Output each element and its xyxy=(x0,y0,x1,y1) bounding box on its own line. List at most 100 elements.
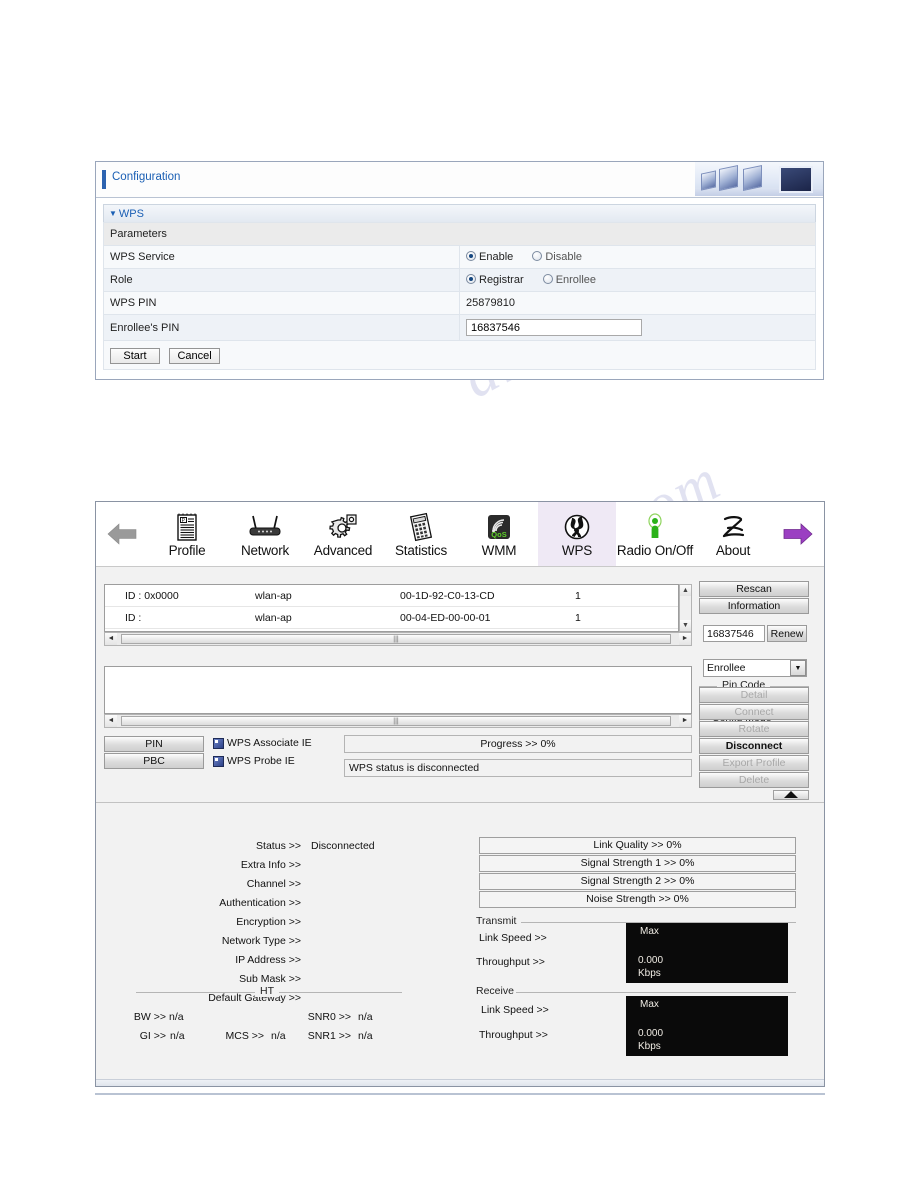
monitor-4-icon xyxy=(779,166,813,193)
wireless-utility-window: P Profile Network Advanced Statistics Qo… xyxy=(95,501,825,1087)
ap-ssid: wlan-ap xyxy=(255,589,292,602)
profile-list-horizontal-scrollbar[interactable]: ◄ ||| ► xyxy=(104,714,692,728)
radio-role-registrar[interactable]: Registrar xyxy=(466,274,524,286)
detail-button[interactable]: Detail xyxy=(699,687,809,703)
wps-profile-list-box[interactable] xyxy=(104,666,692,714)
radio-role-enrollee[interactable]: Enrollee xyxy=(542,274,596,286)
transmit-throughput-display: Max 0.000 Kbps xyxy=(626,923,788,983)
tab-profile[interactable]: P Profile xyxy=(148,502,226,566)
triangle-up-icon xyxy=(784,791,798,798)
header-decoration-image xyxy=(695,162,823,196)
enrollee-pin-input[interactable] xyxy=(466,319,642,336)
delete-button[interactable]: Delete xyxy=(699,772,809,788)
receive-unit: Kbps xyxy=(638,1041,661,1052)
table-row-wps-service: WPS Service Enable Disable xyxy=(103,245,816,269)
cancel-button[interactable]: Cancel xyxy=(169,348,220,364)
wps-associate-ie-label: WPS Associate IE xyxy=(227,737,312,749)
ap-id: ID : xyxy=(125,611,142,624)
pin-button[interactable]: PIN xyxy=(104,736,204,752)
rotate-button[interactable]: Rotate xyxy=(699,721,809,737)
qos-signal-icon: QoS xyxy=(484,511,514,542)
monitor-2-icon xyxy=(719,164,738,192)
scroll-right-icon[interactable]: ► xyxy=(679,633,691,645)
channel-label: Channel >> xyxy=(246,878,301,890)
utility-toolbar: P Profile Network Advanced Statistics Qo… xyxy=(96,502,824,567)
scrollbar-thumb[interactable]: ||| xyxy=(121,716,671,726)
toolbar-back-button[interactable] xyxy=(96,522,148,546)
renew-button[interactable]: Renew xyxy=(767,625,807,642)
tab-radio-on-off[interactable]: Radio On/Off xyxy=(616,502,694,566)
tab-about[interactable]: About xyxy=(694,502,772,566)
wps-probe-ie-checkbox[interactable] xyxy=(213,756,224,767)
radio-label-enable: Enable xyxy=(479,251,514,263)
ap-list-horizontal-scrollbar[interactable]: ◄ ||| ► xyxy=(104,632,692,646)
router-icon xyxy=(245,511,285,542)
disconnect-button[interactable]: Disconnect xyxy=(699,738,809,754)
tab-advanced[interactable]: Advanced xyxy=(304,502,382,566)
window-bottom-strip xyxy=(96,1079,824,1086)
scroll-down-icon[interactable]: ▼ xyxy=(680,620,691,631)
scroll-left-icon[interactable]: ◄ xyxy=(105,633,117,645)
scroll-right-icon[interactable]: ► xyxy=(679,715,691,727)
config-mode-selected-value: Enrollee xyxy=(707,662,746,674)
snr0-value: n/a xyxy=(358,1011,373,1023)
tab-network[interactable]: Network xyxy=(226,502,304,566)
table-row[interactable]: ID : 0x0000 wlan-ap 00-1D-92-C0-13-CD 1 xyxy=(105,585,678,607)
encryption-label: Encryption >> xyxy=(236,916,301,928)
information-button[interactable]: Information xyxy=(699,598,809,614)
tab-wps[interactable]: WPS xyxy=(538,502,616,566)
ap-bssid: 00-04-ED-00-00-01 xyxy=(400,611,491,624)
chevron-down-icon[interactable]: ▼ xyxy=(790,660,806,676)
tab-wmm[interactable]: QoS WMM xyxy=(460,502,538,566)
role-value: Registrar Enrollee xyxy=(459,268,816,292)
authentication-label: Authentication >> xyxy=(219,897,301,909)
tab-statistics[interactable]: Statistics xyxy=(382,502,460,566)
wps-ap-list-box[interactable]: ID : 0x0000 wlan-ap 00-1D-92-C0-13-CD 1 … xyxy=(104,584,679,632)
start-button[interactable]: Start xyxy=(110,348,160,364)
ip-address-label: IP Address >> xyxy=(235,954,301,966)
ap-bssid: 00-1D-92-C0-13-CD xyxy=(400,589,495,602)
receive-throughput-label: Throughput >> xyxy=(479,1029,548,1041)
ap-channel: 1 xyxy=(575,611,581,624)
transmit-throughput-label: Throughput >> xyxy=(476,956,545,968)
export-profile-button[interactable]: Export Profile xyxy=(699,755,809,771)
toolbar-forward-button[interactable] xyxy=(772,522,824,546)
scrollbar-thumb[interactable]: ||| xyxy=(121,634,671,644)
pbc-button[interactable]: PBC xyxy=(104,753,204,769)
mcs-label: MCS >> xyxy=(225,1030,264,1042)
pin-code-input[interactable]: 16837546 xyxy=(703,625,765,642)
radio-on-icon xyxy=(466,274,476,284)
wps-pin-value: 25879810 xyxy=(459,291,816,315)
signal-strength-2-meter: Signal Strength 2 >> 0% xyxy=(479,873,796,890)
radio-wps-service-disable[interactable]: Disable xyxy=(532,251,582,263)
receive-value: 0.000 xyxy=(638,1028,664,1039)
wps-arrows-icon xyxy=(563,511,591,542)
sub-mask-label: Sub Mask >> xyxy=(239,973,301,985)
ap-list-vertical-scrollbar[interactable]: ▲ ▼ xyxy=(679,584,692,632)
wps-probe-ie-label: WPS Probe IE xyxy=(227,755,295,767)
scroll-up-icon[interactable]: ▲ xyxy=(680,585,691,596)
wps-pin-label: WPS PIN xyxy=(103,291,460,315)
wps-status-message: WPS status is disconnected xyxy=(344,759,692,777)
table-row[interactable]: ID : wlan-ap 00-04-ED-00-00-01 1 xyxy=(105,607,678,629)
ap-id: ID : 0x0000 xyxy=(125,589,179,602)
connect-button[interactable]: Connect xyxy=(699,704,809,720)
configuration-panel: Configuration ▼ WPS Parameters WPS Servic… xyxy=(95,161,824,380)
ap-ssid: wlan-ap xyxy=(255,611,292,624)
monitor-1-icon xyxy=(701,170,716,191)
ht-line-left xyxy=(136,992,261,993)
collapse-panel-button[interactable] xyxy=(773,790,809,800)
tab-label: About xyxy=(715,542,751,558)
rescan-button[interactable]: Rescan xyxy=(699,581,809,597)
scroll-left-icon[interactable]: ◄ xyxy=(105,715,117,727)
noise-strength-meter: Noise Strength >> 0% xyxy=(479,891,796,908)
radio-wps-service-enable[interactable]: Enable xyxy=(466,251,513,263)
table-row-wps-pin: WPS PIN 25879810 xyxy=(103,291,816,315)
wps-associate-ie-checkbox[interactable] xyxy=(213,738,224,749)
tab-label: Statistics xyxy=(394,542,447,558)
receive-legend: Receive xyxy=(471,985,519,997)
snr1-value: n/a xyxy=(358,1030,373,1042)
bw-label: BW >> xyxy=(133,1011,166,1023)
transmit-legend: Transmit xyxy=(471,915,522,927)
wps-section-header[interactable]: ▼ WPS xyxy=(103,204,816,222)
